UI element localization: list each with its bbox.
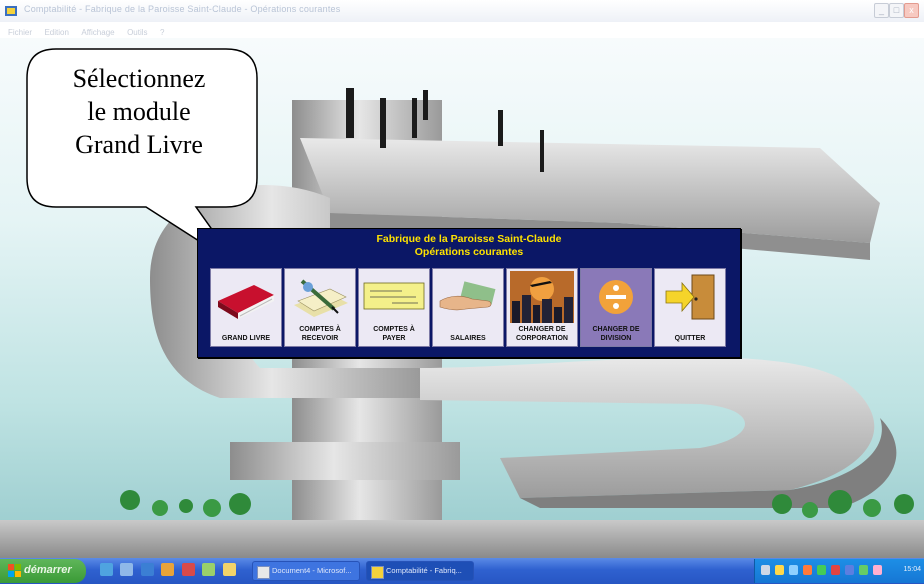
title-bar[interactable]: Comptabilité - Fabrique de la Paroisse S… [0, 0, 924, 23]
module-label-line2: GRAND LIVRE [221, 335, 271, 342]
tray-icon[interactable] [859, 565, 868, 575]
taskbar: démarrer Document4 - Microsof... Comptab… [0, 558, 924, 584]
exit-door-icon [665, 274, 715, 320]
menu-tools[interactable]: Outils [127, 28, 147, 37]
module-grand-livre-button[interactable]: GRAND LIVRE [210, 268, 282, 347]
window-title: Comptabilité - Fabrique de la Paroisse S… [24, 4, 341, 14]
windows-flag-icon [8, 564, 21, 577]
menu-view[interactable]: Affichage [81, 28, 114, 37]
tray-icon[interactable] [761, 565, 770, 575]
module-label-line2: RECEVOIR [301, 335, 339, 342]
panel-title: Fabrique de la Paroisse Saint-Claude Opé… [198, 233, 740, 259]
quick-launch-icon[interactable] [120, 563, 134, 576]
hand-with-money-icon [439, 281, 496, 311]
taskbar-item-label: Comptabilité - Fabriq... [386, 566, 462, 575]
menu-edit[interactable]: Edition [44, 28, 68, 37]
taskbar-item-word-document[interactable]: Document4 - Microsof... [252, 561, 360, 581]
module-comptes-recevoir-button[interactable]: COMPTES À RECEVOIR [284, 268, 356, 347]
module-label-line1: COMPTES À [299, 326, 341, 333]
module-quitter-button[interactable]: QUITTER [654, 268, 726, 347]
module-label-line2: CORPORATION [516, 335, 568, 342]
quick-launch-icon[interactable] [100, 563, 113, 576]
ground-strip [0, 520, 924, 558]
division-sign-icon [599, 280, 633, 314]
panel-subtitle: Opérations courantes [414, 246, 524, 258]
module-label-line2: DIVISION [600, 335, 632, 342]
tray-icon[interactable] [775, 565, 784, 575]
module-label-line1: CHANGER DE [592, 326, 640, 333]
close-button[interactable]: x [904, 3, 919, 18]
taskbar-item-comptabilite[interactable]: Comptabilité - Fabriq... [366, 561, 474, 581]
cheque-icon [363, 282, 425, 310]
tray-icon[interactable] [873, 565, 882, 575]
module-menu-panel: Fabrique de la Paroisse Saint-Claude Opé… [197, 228, 741, 358]
callout-line: le module [87, 97, 191, 126]
clock: 15:04 [903, 566, 921, 573]
module-label-line2: SALAIRES [450, 335, 486, 342]
tray-icon[interactable] [831, 565, 840, 575]
app-icon [5, 6, 17, 16]
app-icon [371, 566, 384, 579]
organization-name: Fabrique de la Paroisse Saint-Claude [376, 233, 562, 245]
application-window: Comptabilité - Fabrique de la Paroisse S… [0, 0, 924, 558]
pen-and-papers-icon [294, 279, 348, 317]
taskbar-item-label: Document4 - Microsof... [272, 566, 352, 575]
tray-icon[interactable] [845, 565, 854, 575]
system-tray: 15:04 [754, 559, 924, 583]
module-comptes-payer-button[interactable]: COMPTES À PAYER [358, 268, 430, 347]
menu-file[interactable]: Fichier [8, 28, 32, 37]
module-label-line2: PAYER [382, 335, 406, 342]
callout-line: Grand Livre [75, 130, 203, 159]
city-skyline-icon [510, 271, 574, 323]
quick-launch-icon[interactable] [140, 563, 154, 576]
module-label-line1: COMPTES À [373, 326, 415, 333]
module-label-line2: QUITTER [674, 335, 706, 342]
menu-bar: Fichier Edition Affichage Outils ? [0, 22, 924, 38]
start-button[interactable]: démarrer [0, 559, 86, 583]
start-label: démarrer [24, 564, 72, 576]
maximize-button[interactable]: □ [889, 3, 904, 18]
minimize-button[interactable]: _ [874, 3, 889, 18]
quick-launch-icon[interactable] [222, 563, 236, 576]
tray-icon[interactable] [789, 565, 798, 575]
quick-launch-icon[interactable] [161, 563, 175, 576]
module-salaires-button[interactable]: SALAIRES [432, 268, 504, 347]
quick-launch-bar [100, 563, 239, 579]
document-icon [257, 566, 270, 579]
quick-launch-icon[interactable] [181, 563, 195, 576]
quick-launch-icon[interactable] [202, 563, 216, 576]
ledger-book-icon [218, 285, 274, 319]
module-label-line1: CHANGER DE [518, 326, 566, 333]
callout-line: Sélectionnez [72, 64, 206, 93]
module-changer-corporation-button[interactable]: CHANGER DE CORPORATION [506, 268, 578, 347]
tray-icon[interactable] [817, 565, 826, 575]
callout-text: Sélectionnez le module Grand Livre [32, 62, 246, 161]
tray-icon[interactable] [803, 565, 812, 575]
menu-help[interactable]: ? [160, 28, 164, 37]
module-changer-division-button[interactable]: CHANGER DE DIVISION [580, 268, 652, 347]
